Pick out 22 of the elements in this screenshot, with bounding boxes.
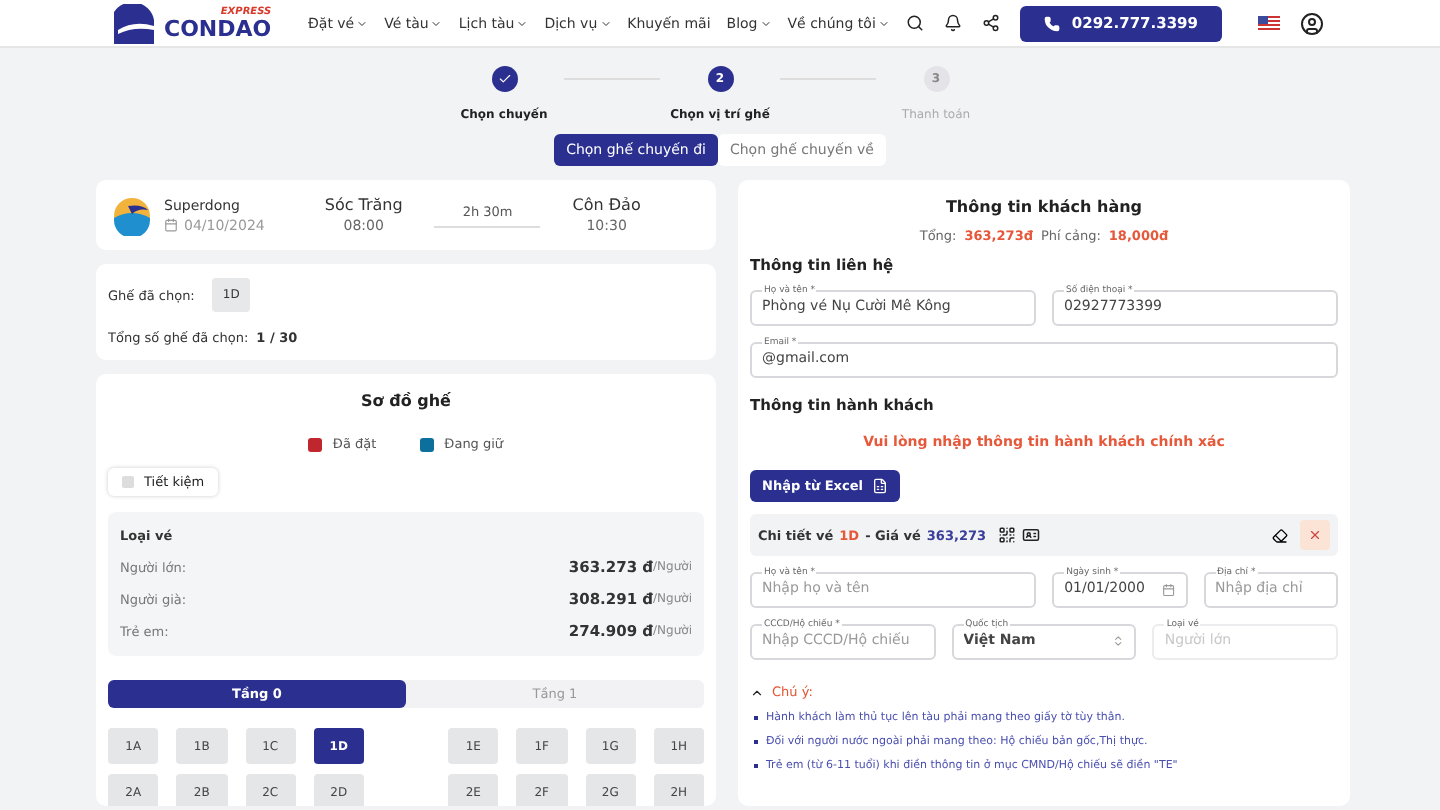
ferry-logo-icon [112,195,152,235]
arrival-port: Côn Đảo [572,196,641,214]
qr-code-icon[interactable] [998,526,1017,544]
departure-port: Sóc Trăng [324,196,403,214]
bell-icon[interactable] [943,14,962,32]
seat-map-title: Sơ đồ ghế [361,392,451,410]
user-icon[interactable] [1300,11,1324,35]
check-icon [497,72,511,86]
id-card-icon[interactable] [1022,526,1041,544]
chevron-up-icon [750,685,764,699]
close-icon [1308,528,1322,542]
calendar-icon [1161,581,1176,597]
eraser-icon [1271,527,1287,543]
share-icon[interactable] [981,14,1000,32]
customer-title: Thông tin khách hàng [945,198,1143,216]
logo-text: CONDAO [164,17,272,39]
phone-icon [1043,15,1060,31]
spreadsheet-icon [871,478,887,494]
updown-icon [1112,634,1125,648]
calendar-icon [164,218,178,232]
search-icon[interactable] [905,14,924,32]
flag-icon[interactable] [1258,16,1280,30]
